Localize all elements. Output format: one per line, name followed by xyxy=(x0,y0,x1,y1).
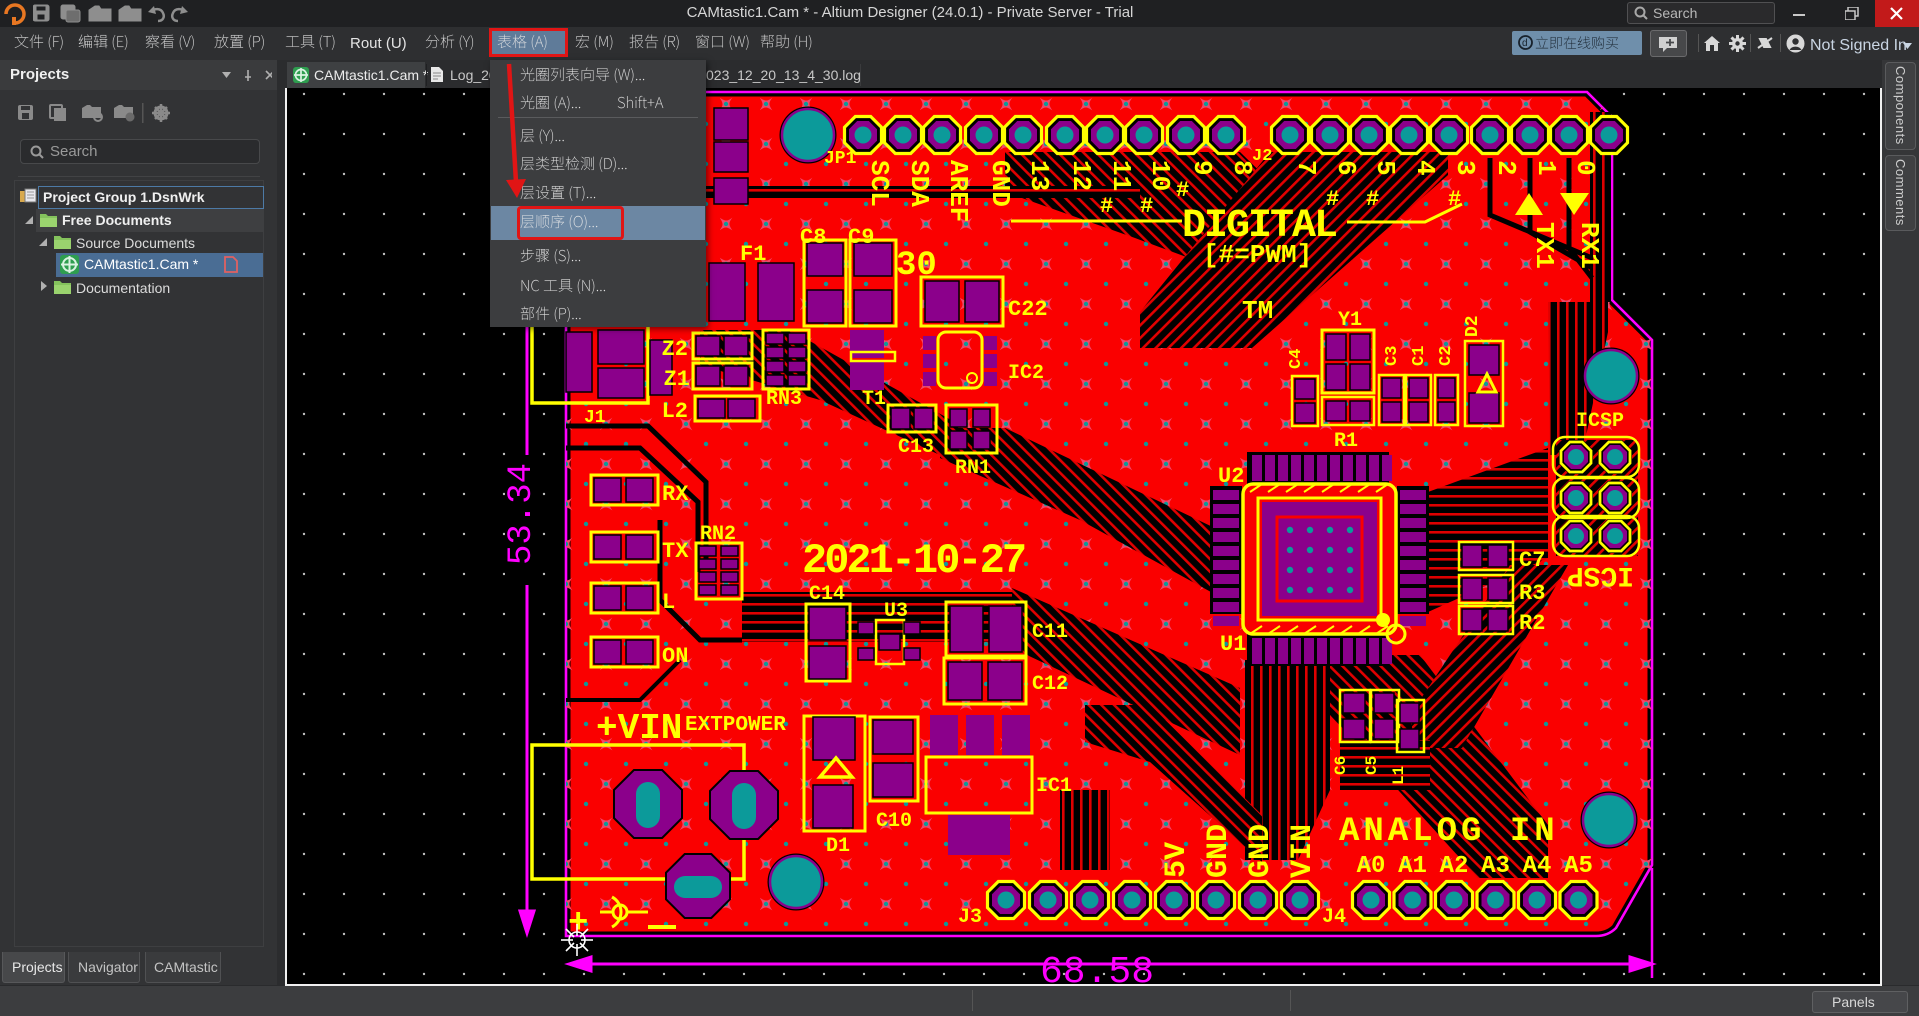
svg-text:C11: C11 xyxy=(1032,621,1068,644)
svg-text:J1: J1 xyxy=(584,408,606,428)
svg-text:C14: C14 xyxy=(809,583,845,606)
svg-text:C5: C5 xyxy=(1363,756,1381,775)
svg-text:2021-10-27: 2021-10-27 xyxy=(802,537,1025,585)
svg-text:RX: RX xyxy=(662,482,689,507)
svg-text:68.58: 68.58 xyxy=(1040,951,1154,984)
svg-text:5V: 5V xyxy=(1160,842,1194,878)
svg-text:GND: GND xyxy=(985,160,1015,207)
svg-text:AREF: AREF xyxy=(943,160,973,222)
svg-text:R2: R2 xyxy=(1519,611,1545,636)
svg-text:10: 10 xyxy=(1145,160,1175,191)
svg-text:C6: C6 xyxy=(1332,756,1350,775)
svg-text:C13: C13 xyxy=(898,436,934,459)
svg-text:GND: GND xyxy=(1244,824,1278,878)
svg-text:J2: J2 xyxy=(1252,147,1272,166)
svg-text:J3: J3 xyxy=(958,906,982,929)
svg-text:U3: U3 xyxy=(884,600,908,623)
svg-text:2: 2 xyxy=(1491,160,1521,176)
svg-text:A5: A5 xyxy=(1564,853,1593,880)
svg-text:1: 1 xyxy=(1531,160,1561,176)
svg-text:A1: A1 xyxy=(1398,853,1427,880)
svg-text:RX1: RX1 xyxy=(1574,222,1604,269)
svg-text:IC2: IC2 xyxy=(1008,362,1044,385)
svg-text:F1: F1 xyxy=(740,242,766,267)
svg-text:Z1: Z1 xyxy=(664,367,690,392)
svg-text:R1: R1 xyxy=(1334,430,1358,453)
svg-text:A0: A0 xyxy=(1357,853,1386,880)
svg-text:C22: C22 xyxy=(1008,297,1048,322)
svg-text:TX1: TX1 xyxy=(1529,222,1559,269)
svg-text:A3: A3 xyxy=(1481,853,1510,880)
svg-text:C8: C8 xyxy=(800,225,826,250)
svg-text:13: 13 xyxy=(1024,160,1054,191)
svg-text:[#=PWM]: [#=PWM] xyxy=(1203,240,1312,270)
svg-text:A4: A4 xyxy=(1523,853,1552,880)
svg-text:U1: U1 xyxy=(1220,632,1246,657)
svg-text:R3: R3 xyxy=(1519,581,1545,606)
svg-text:C3: C3 xyxy=(1383,346,1402,366)
svg-text:ON: ON xyxy=(662,644,688,669)
svg-text:U2: U2 xyxy=(1218,464,1244,489)
svg-text:ICSP: ICSP xyxy=(1567,559,1634,590)
svg-text:A2: A2 xyxy=(1440,853,1469,880)
svg-text:TM: TM xyxy=(1242,296,1273,326)
svg-text:ICSP: ICSP xyxy=(1576,410,1624,433)
svg-text:11: 11 xyxy=(1106,160,1136,191)
svg-text:6: 6 xyxy=(1331,160,1361,176)
svg-text:5: 5 xyxy=(1370,160,1400,176)
svg-text:Y1: Y1 xyxy=(1338,309,1362,332)
svg-text:C10: C10 xyxy=(876,810,912,833)
svg-text:d: d xyxy=(1522,38,1528,49)
svg-text:SDA: SDA xyxy=(904,160,934,207)
svg-text:Z2: Z2 xyxy=(662,337,688,362)
svg-text:VIN: VIN xyxy=(1286,824,1320,878)
svg-text:0: 0 xyxy=(1570,160,1600,176)
svg-text:12: 12 xyxy=(1066,160,1096,191)
svg-text:C12: C12 xyxy=(1032,673,1068,696)
svg-text:53.34: 53.34 xyxy=(503,463,541,565)
svg-text:RN2: RN2 xyxy=(700,523,736,546)
svg-text:D1: D1 xyxy=(826,835,850,858)
svg-text:C7: C7 xyxy=(1519,548,1545,573)
svg-text:IC1: IC1 xyxy=(1036,775,1072,798)
svg-text:#: # xyxy=(1366,187,1379,212)
svg-text:7: 7 xyxy=(1291,160,1321,176)
svg-text:30: 30 xyxy=(896,247,937,285)
svg-text:#: # xyxy=(1100,194,1113,219)
svg-text:EXTPOWER: EXTPOWER xyxy=(685,714,786,737)
svg-text:T1: T1 xyxy=(862,388,886,411)
svg-text:C2: C2 xyxy=(1437,346,1456,366)
svg-text:L: L xyxy=(662,590,675,615)
svg-text:C4: C4 xyxy=(1287,349,1306,369)
svg-text:3: 3 xyxy=(1450,160,1480,176)
svg-text:GND: GND xyxy=(1202,824,1236,878)
svg-text:#: # xyxy=(1176,178,1189,203)
svg-text:D2: D2 xyxy=(1463,315,1483,337)
svg-text:4: 4 xyxy=(1410,160,1440,176)
svg-text:J4: J4 xyxy=(1322,906,1346,929)
svg-text:ANALOG IN: ANALOG IN xyxy=(1339,813,1559,851)
svg-text:L2: L2 xyxy=(662,399,688,424)
svg-text:9: 9 xyxy=(1187,160,1217,176)
svg-text:RN3: RN3 xyxy=(766,388,802,411)
svg-text:C1: C1 xyxy=(1410,346,1429,366)
svg-text:TX: TX xyxy=(662,539,689,564)
svg-text:+VIN: +VIN xyxy=(596,708,682,749)
svg-text:L1: L1 xyxy=(1390,766,1408,785)
svg-text:C9: C9 xyxy=(848,225,874,250)
svg-text:#: # xyxy=(1140,194,1153,219)
svg-text:SCL: SCL xyxy=(864,160,894,207)
svg-text:RN1: RN1 xyxy=(955,457,991,480)
